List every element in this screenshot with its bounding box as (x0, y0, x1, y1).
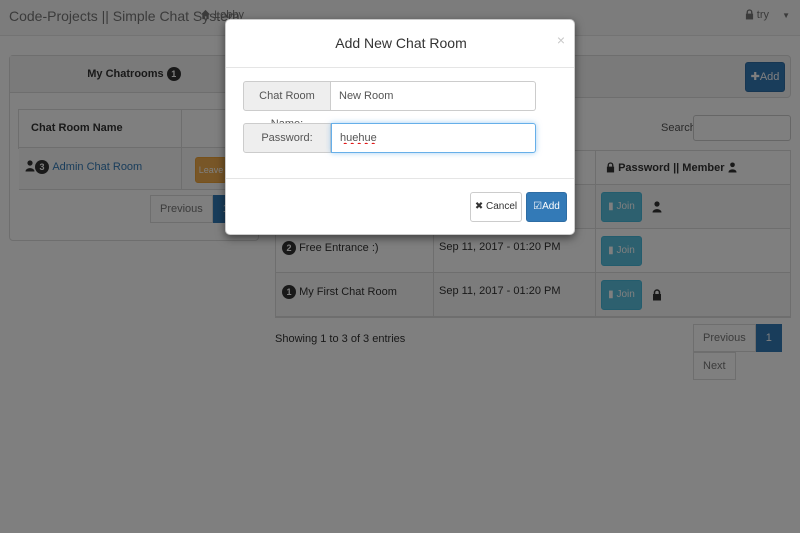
close-icon[interactable]: × (557, 32, 565, 48)
password-group: Password: (243, 123, 536, 153)
add-button[interactable]: ☑Add (526, 192, 567, 222)
modal-title: Add New Chat Room (335, 35, 467, 51)
cancel-button[interactable]: ✖ Cancel (470, 192, 522, 222)
modal-footer-divider (226, 178, 574, 179)
modal-header: Add New Chat Room × (226, 20, 574, 68)
password-label: Password: (243, 123, 331, 153)
chatroom-name-label: Chat Room Name: (243, 81, 331, 130)
add-label: Add (542, 201, 560, 212)
add-chatroom-modal: Add New Chat Room × Chat Room Name: Pass… (225, 19, 575, 235)
password-input[interactable] (331, 123, 536, 153)
cancel-label: Cancel (486, 201, 518, 212)
check-square-icon: ☑ (533, 201, 543, 212)
chatroom-name-input[interactable] (331, 81, 536, 111)
chatroom-name-group: Chat Room Name: (243, 81, 536, 130)
close-icon: ✖ (474, 201, 484, 212)
